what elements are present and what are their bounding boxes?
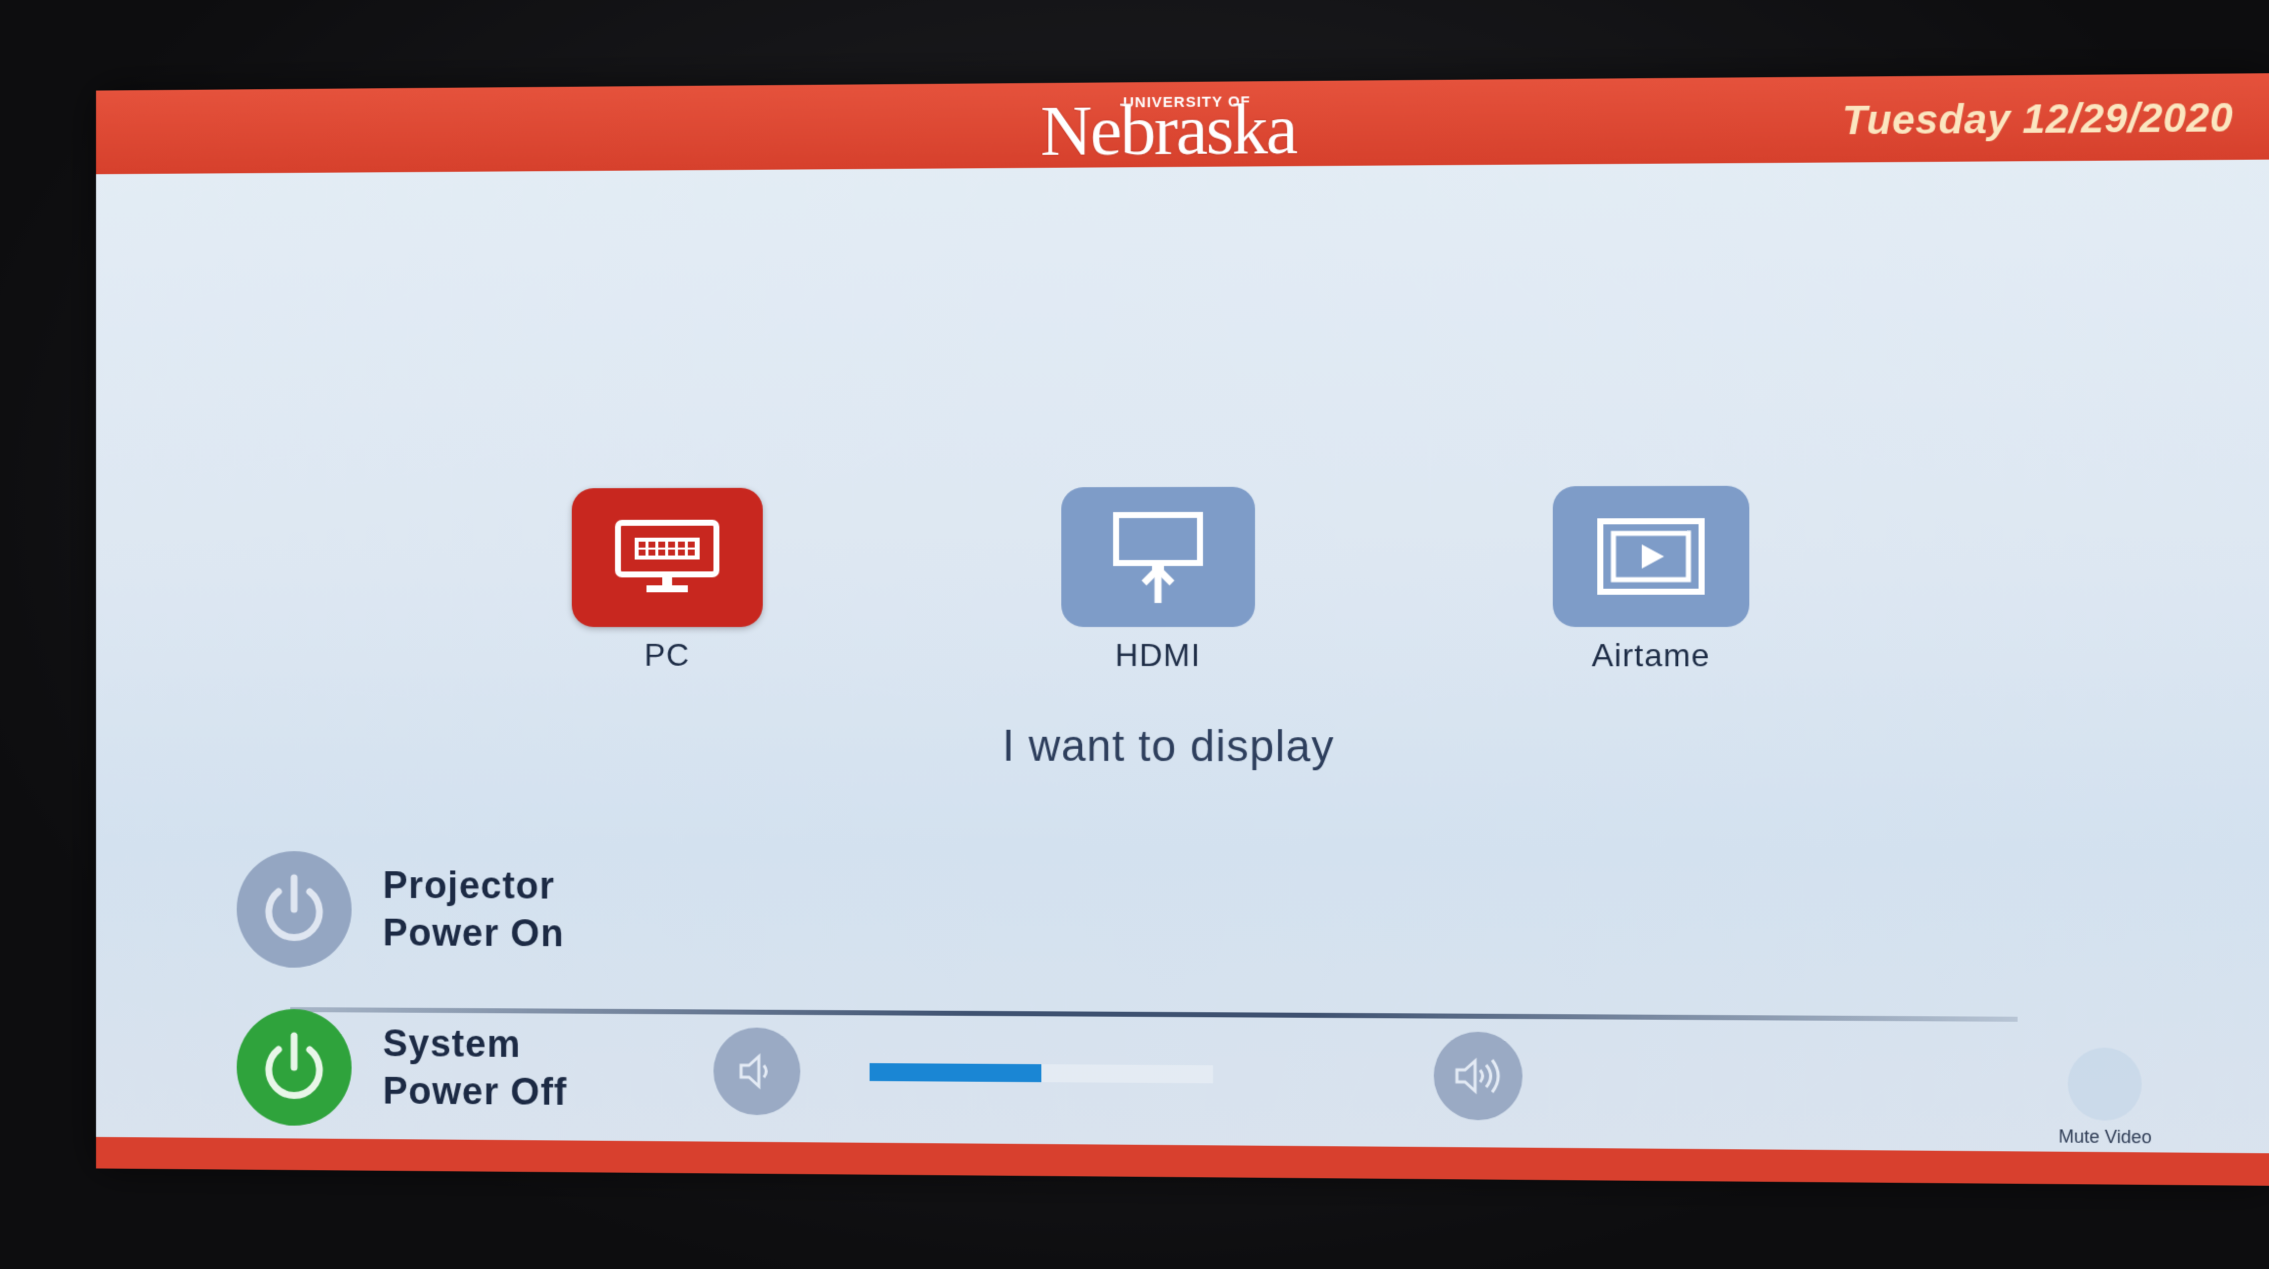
mute-video-button[interactable] bbox=[2067, 1047, 2142, 1121]
header-bar: UNIVERSITY OF Nebraska Tuesday 12/29/202… bbox=[96, 73, 2269, 175]
pc-source-button[interactable] bbox=[571, 487, 763, 628]
volume-up-button[interactable] bbox=[1433, 1031, 1523, 1121]
source-hdmi: HDMI bbox=[1058, 486, 1258, 674]
airtame-source-button[interactable] bbox=[1552, 485, 1750, 627]
system-line2: Power Off bbox=[382, 1070, 568, 1114]
projector-line2: Power On bbox=[382, 912, 565, 956]
pc-label: PC bbox=[644, 636, 691, 673]
power-icon bbox=[255, 870, 333, 949]
power-icon bbox=[255, 1028, 333, 1107]
mute-video-label: Mute Video bbox=[2058, 1126, 2152, 1148]
volume-down-button[interactable] bbox=[713, 1027, 801, 1116]
display-prompt: I want to display bbox=[1002, 721, 1335, 772]
hdmi-label: HDMI bbox=[1115, 636, 1201, 674]
system-line1: System bbox=[382, 1023, 521, 1066]
hdmi-source-button[interactable] bbox=[1061, 486, 1256, 628]
projector-power-label: Projector Power On bbox=[383, 862, 564, 958]
system-power-label: System Power Off bbox=[383, 1020, 568, 1116]
mute-video-control: Mute Video bbox=[2058, 1047, 2152, 1148]
projector-line1: Projector bbox=[382, 865, 555, 908]
source-airtame: Airtame bbox=[1550, 485, 1753, 675]
airtame-play-icon bbox=[1595, 516, 1706, 597]
logo-main-text: Nebraska bbox=[1040, 88, 1297, 171]
volume-down-icon bbox=[735, 1049, 778, 1093]
hdmi-input-icon bbox=[1113, 511, 1203, 604]
source-pc: PC bbox=[569, 487, 766, 674]
system-power-button[interactable] bbox=[236, 1008, 352, 1127]
volume-level-fill bbox=[869, 1063, 1041, 1083]
desktop-keyboard-icon bbox=[613, 518, 721, 593]
projector-power-row: Projector Power On bbox=[236, 850, 564, 969]
date-display: Tuesday 12/29/2020 bbox=[1842, 95, 2234, 144]
airtame-label: Airtame bbox=[1591, 637, 1711, 674]
volume-slider[interactable] bbox=[869, 1063, 1213, 1084]
touch-panel-screen: UNIVERSITY OF Nebraska Tuesday 12/29/202… bbox=[96, 73, 2269, 1186]
nebraska-logo: UNIVERSITY OF Nebraska bbox=[1028, 87, 1308, 171]
system-power-row: System Power Off bbox=[236, 1008, 568, 1128]
volume-up-icon bbox=[1453, 1054, 1503, 1099]
projector-power-button[interactable] bbox=[236, 850, 352, 968]
